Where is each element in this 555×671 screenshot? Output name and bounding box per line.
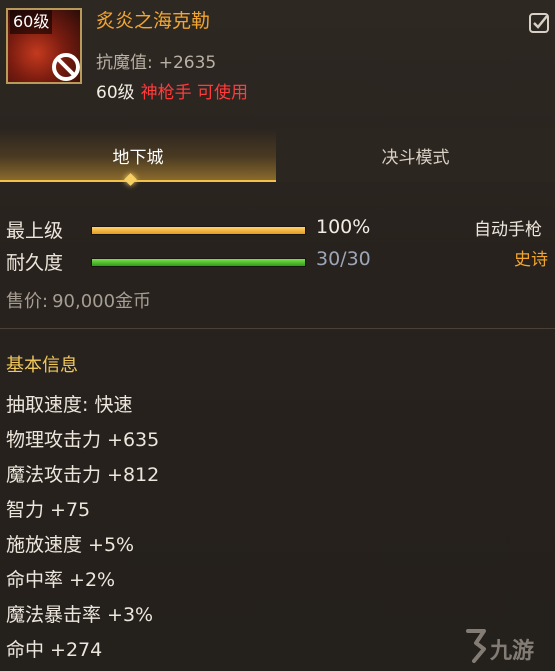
watermark-logo-icon [466, 629, 486, 663]
stat-line: 物理攻击力 +635 [6, 429, 160, 451]
watermark-text: 九游 [490, 639, 535, 664]
grade-bar-fill [92, 227, 305, 234]
stat-line: 施放速度 +5% [6, 534, 135, 556]
tab-dungeon-label: 地下城 [112, 148, 164, 168]
price: 售价: 90,000金币 [6, 287, 151, 313]
item-rarity: 史诗 [514, 250, 548, 270]
grade-row: 最上级 100% [6, 216, 406, 242]
durability-bar-fill [92, 259, 305, 266]
watermark: 九游 [464, 627, 554, 667]
price-label: 售价: [6, 291, 49, 312]
item-type: 自动手枪 [474, 220, 542, 240]
checkbox-icon[interactable] [528, 12, 550, 34]
no-entry-icon [52, 53, 80, 81]
resist-stat: 抗魔值: +2635 [96, 48, 216, 73]
required-level: 60级 [96, 83, 135, 103]
grade-value: 100% [316, 216, 371, 238]
divider [0, 328, 555, 329]
requirement: 60级 神枪手 可使用 [96, 78, 248, 103]
item-icon[interactable]: 60级 [6, 8, 82, 84]
durability-row: 耐久度 30/30 [6, 248, 406, 274]
stat-line: 智力 +75 [6, 499, 91, 521]
grade-label: 最上级 [6, 220, 64, 242]
price-value: 90,000金币 [52, 291, 152, 312]
stat-line: 魔法攻击力 +812 [6, 464, 160, 486]
resist-value: +2635 [158, 53, 217, 73]
stat-line: 命中率 +2% [6, 569, 116, 591]
tab-pvp-label: 决斗模式 [381, 148, 450, 168]
mode-tabs: 地下城 决斗模式 [0, 128, 555, 186]
durability-value: 30/30 [316, 248, 371, 270]
item-level-badge: 60级 [10, 10, 53, 34]
required-class: 神枪手 可使用 [140, 83, 249, 103]
tab-dungeon[interactable]: 地下城 [0, 128, 276, 186]
grade-bar [91, 226, 306, 235]
stat-line: 命中 +274 [6, 639, 103, 661]
durability-bar [91, 258, 306, 267]
stat-line: 魔法暴击率 +3% [6, 604, 154, 626]
stat-line: 抽取速度: 快速 [6, 394, 133, 416]
item-name: 炙炎之海克勒 [96, 10, 211, 32]
durability-label: 耐久度 [6, 252, 64, 274]
resist-label: 抗魔值: [96, 53, 153, 73]
section-title: 基本信息 [6, 355, 78, 376]
item-header: 60级 炙炎之海克勒 抗魔值: +2635 60级 神枪手 可使用 [0, 0, 555, 112]
tab-pvp[interactable]: 决斗模式 [276, 128, 555, 182]
